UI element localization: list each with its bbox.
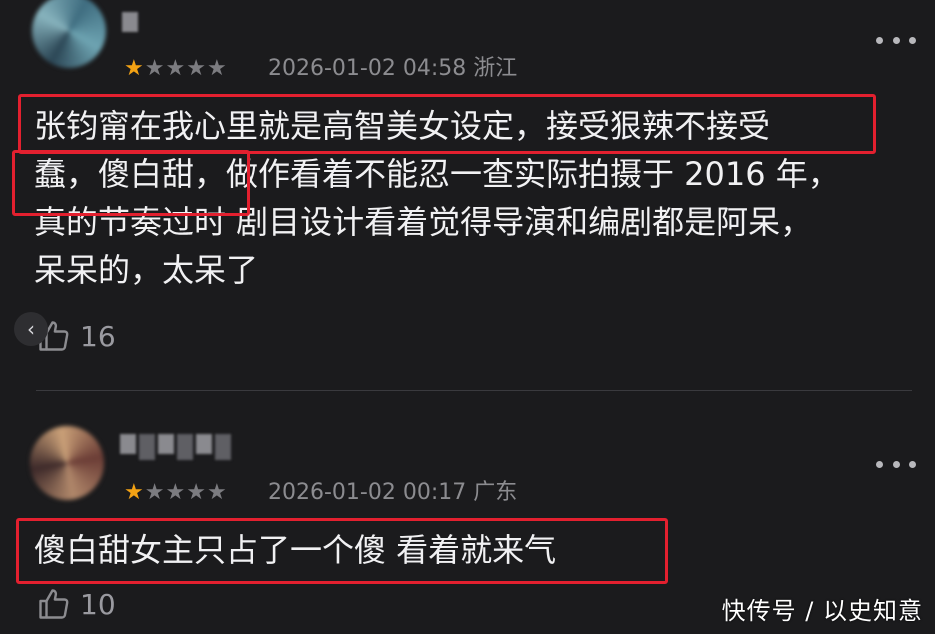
like-button[interactable]: 16 bbox=[36, 318, 116, 354]
username-blurred[interactable] bbox=[120, 434, 231, 474]
username-blurred[interactable] bbox=[122, 12, 138, 52]
avatar[interactable] bbox=[32, 0, 106, 68]
review-line: 真的节奏过时 剧目设计看着觉得导演和编剧都是阿呆， bbox=[34, 203, 813, 241]
watermark: 快传号 / 以史知意 bbox=[721, 597, 923, 625]
star-icon: ★ bbox=[124, 480, 145, 505]
like-count: 16 bbox=[80, 319, 116, 353]
more-options-button[interactable] bbox=[876, 454, 916, 474]
review-text: 傻白甜女主只占了一个傻 看着就来气 bbox=[34, 526, 914, 574]
back-button[interactable]: ‹ bbox=[14, 312, 48, 346]
avatar[interactable] bbox=[30, 426, 104, 500]
star-rating: ★★★★★ bbox=[124, 56, 228, 82]
star-icon: ★ bbox=[165, 56, 187, 81]
review-meta: 2026-01-02 00:17 广东 bbox=[268, 480, 517, 506]
review-line: 蠢，傻白甜，做作看着不能忍一查实际拍摄于 2016 年， bbox=[34, 155, 840, 193]
star-icon: ★ bbox=[165, 480, 187, 505]
like-count: 10 bbox=[80, 587, 116, 621]
star-icon: ★ bbox=[206, 56, 228, 81]
dot-icon bbox=[909, 36, 916, 44]
more-options-button[interactable] bbox=[876, 30, 916, 50]
review-line: 傻白甜女主只占了一个傻 看着就来气 bbox=[34, 531, 557, 569]
star-icon: ★ bbox=[206, 480, 228, 505]
review-meta: 2026-01-02 04:58 浙江 bbox=[268, 56, 517, 82]
star-icon: ★ bbox=[144, 480, 166, 505]
dot-icon bbox=[909, 460, 916, 468]
dot-icon bbox=[892, 460, 900, 468]
review-line: 张钧甯在我心里就是高智美女设定，接受狠辣不接受 bbox=[34, 107, 771, 145]
review-text: 张钧甯在我心里就是高智美女设定，接受狠辣不接受 蠢，傻白甜，做作看着不能忍一查实… bbox=[34, 102, 914, 294]
like-button[interactable]: 10 bbox=[36, 586, 116, 622]
dot-icon bbox=[876, 460, 883, 468]
review-location: 浙江 bbox=[473, 56, 518, 81]
dot-icon bbox=[892, 36, 900, 44]
review-date: 2026-01-02 00:17 bbox=[268, 480, 467, 505]
review-card: ★★★★★ 2026-01-02 04:58 浙江 张钧甯在我心里就是高智美女设… bbox=[0, 0, 935, 390]
thumbs-up-icon bbox=[39, 589, 69, 619]
dot-icon bbox=[876, 36, 883, 44]
star-icon: ★ bbox=[124, 56, 145, 81]
star-rating: ★★★★★ bbox=[124, 480, 228, 506]
review-date: 2026-01-02 04:58 bbox=[268, 56, 467, 81]
star-icon: ★ bbox=[186, 480, 207, 505]
review-location: 广东 bbox=[473, 480, 518, 505]
star-icon: ★ bbox=[144, 56, 166, 81]
star-icon: ★ bbox=[186, 56, 207, 81]
review-line: 呆呆的，太呆了 bbox=[34, 251, 259, 289]
